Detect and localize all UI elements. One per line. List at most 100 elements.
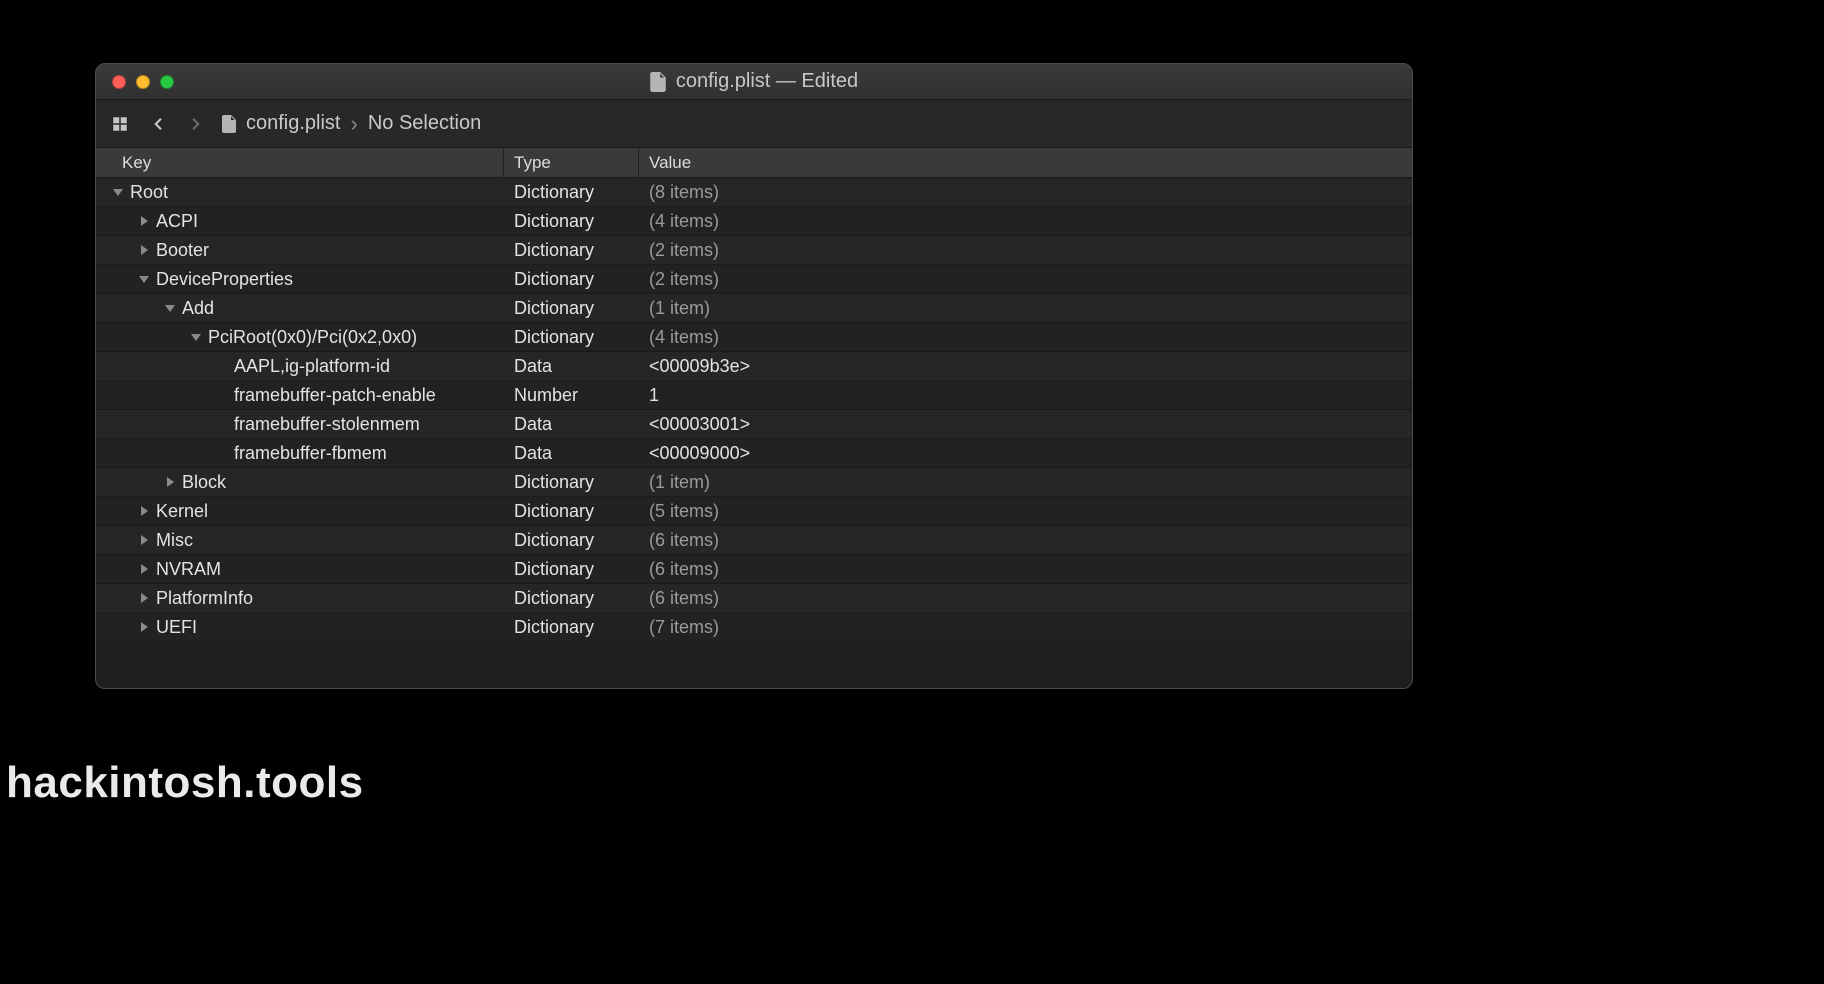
- key-cell[interactable]: DeviceProperties: [96, 265, 504, 293]
- table-row[interactable]: BooterDictionary(2 items): [96, 236, 1412, 265]
- traffic-lights: [96, 75, 174, 89]
- disclosure-down-icon[interactable]: [138, 273, 150, 285]
- close-window-button[interactable]: [112, 75, 126, 89]
- table-row[interactable]: framebuffer-stolenmemData<00003001>: [96, 410, 1412, 439]
- column-header-value[interactable]: Value: [639, 148, 1412, 177]
- value-cell[interactable]: (1 item): [639, 468, 1412, 496]
- type-cell[interactable]: Dictionary: [504, 555, 639, 583]
- zoom-window-button[interactable]: [160, 75, 174, 89]
- key-cell[interactable]: PciRoot(0x0)/Pci(0x2,0x0): [96, 323, 504, 351]
- type-cell[interactable]: Dictionary: [504, 613, 639, 641]
- document-icon: [650, 72, 666, 92]
- type-cell[interactable]: Dictionary: [504, 178, 639, 206]
- disclosure-down-icon[interactable]: [112, 186, 124, 198]
- type-cell[interactable]: Dictionary: [504, 468, 639, 496]
- disclosure-right-icon[interactable]: [138, 215, 150, 227]
- breadcrumb-selection[interactable]: No Selection: [368, 112, 481, 135]
- table-row[interactable]: UEFI Dictionary(7 items): [96, 613, 1412, 642]
- key-cell[interactable]: framebuffer-fbmem: [96, 439, 504, 467]
- value-cell[interactable]: <00009b3e>: [639, 352, 1412, 380]
- value-cell[interactable]: (5 items): [639, 497, 1412, 525]
- table-row[interactable]: DeviceProperties Dictionary(2 items): [96, 265, 1412, 294]
- key-cell[interactable]: NVRAM: [96, 555, 504, 583]
- disclosure-right-icon[interactable]: [138, 505, 150, 517]
- table-row[interactable]: AAPL,ig-platform-id Data<00009b3e>: [96, 352, 1412, 381]
- value-cell[interactable]: 1: [639, 381, 1412, 409]
- key-cell[interactable]: Kernel: [96, 497, 504, 525]
- value-cell[interactable]: (6 items): [639, 555, 1412, 583]
- table-row[interactable]: Misc Dictionary(6 items): [96, 526, 1412, 555]
- table-row[interactable]: RootDictionary(8 items): [96, 178, 1412, 207]
- titlebar[interactable]: config.plist — Edited: [96, 64, 1412, 100]
- type-cell[interactable]: Data: [504, 410, 639, 438]
- type-cell[interactable]: Dictionary: [504, 265, 639, 293]
- type-cell[interactable]: Data: [504, 439, 639, 467]
- type-cell[interactable]: Dictionary: [504, 294, 639, 322]
- value-cell[interactable]: (4 items): [639, 323, 1412, 351]
- value-cell[interactable]: (6 items): [639, 526, 1412, 554]
- type-cell[interactable]: Dictionary: [504, 584, 639, 612]
- disclosure-right-icon[interactable]: [138, 592, 150, 604]
- table-row[interactable]: Add Dictionary(1 item): [96, 294, 1412, 323]
- key-label: Block: [182, 472, 226, 493]
- layout-grid-button[interactable]: [108, 112, 132, 136]
- table-row[interactable]: NVRAMDictionary(6 items): [96, 555, 1412, 584]
- type-cell[interactable]: Dictionary: [504, 236, 639, 264]
- type-cell[interactable]: Dictionary: [504, 497, 639, 525]
- table-row[interactable]: Kernel Dictionary(5 items): [96, 497, 1412, 526]
- disclosure-right-icon[interactable]: [138, 563, 150, 575]
- value-cell[interactable]: (2 items): [639, 236, 1412, 264]
- value-cell[interactable]: (6 items): [639, 584, 1412, 612]
- key-cell[interactable]: Misc: [96, 526, 504, 554]
- minimize-window-button[interactable]: [136, 75, 150, 89]
- key-cell[interactable]: Root: [96, 178, 504, 206]
- table-row[interactable]: PlatformInfoDictionary(6 items): [96, 584, 1412, 613]
- key-cell[interactable]: Booter: [96, 236, 504, 264]
- value-cell[interactable]: (4 items): [639, 207, 1412, 235]
- key-cell[interactable]: ACPI: [96, 207, 504, 235]
- value-cell[interactable]: <00009000>: [639, 439, 1412, 467]
- key-label: DeviceProperties: [156, 269, 293, 290]
- table-row[interactable]: ACPIDictionary(4 items): [96, 207, 1412, 236]
- column-header-key[interactable]: Key: [96, 148, 504, 177]
- key-label: Add: [182, 298, 214, 319]
- value-cell[interactable]: (8 items): [639, 178, 1412, 206]
- value-cell[interactable]: (7 items): [639, 613, 1412, 641]
- table-row[interactable]: framebuffer-patch-enableNumber1: [96, 381, 1412, 410]
- type-cell[interactable]: Number: [504, 381, 639, 409]
- disclosure-right-icon[interactable]: [164, 476, 176, 488]
- key-label: UEFI: [156, 617, 197, 638]
- outline-rows[interactable]: RootDictionary(8 items)ACPIDictionary(4 …: [96, 178, 1412, 688]
- type-cell[interactable]: Dictionary: [504, 207, 639, 235]
- key-label: AAPL,ig-platform-id: [234, 356, 390, 377]
- table-row[interactable]: framebuffer-fbmemData<00009000>: [96, 439, 1412, 468]
- key-cell[interactable]: PlatformInfo: [96, 584, 504, 612]
- table-row[interactable]: PciRoot(0x0)/Pci(0x2,0x0)Dictionary(4 it…: [96, 323, 1412, 352]
- disclosure-down-icon[interactable]: [164, 302, 176, 314]
- disclosure-right-icon[interactable]: [138, 244, 150, 256]
- value-cell[interactable]: <00003001>: [639, 410, 1412, 438]
- type-cell[interactable]: Data: [504, 352, 639, 380]
- value-cell[interactable]: (1 item): [639, 294, 1412, 322]
- key-cell[interactable]: framebuffer-patch-enable: [96, 381, 504, 409]
- key-cell[interactable]: UEFI: [96, 613, 504, 641]
- key-cell[interactable]: Block: [96, 468, 504, 496]
- key-label: Kernel: [156, 501, 208, 522]
- value-cell[interactable]: (2 items): [639, 265, 1412, 293]
- key-cell[interactable]: AAPL,ig-platform-id: [96, 352, 504, 380]
- table-row[interactable]: Block Dictionary(1 item): [96, 468, 1412, 497]
- key-cell[interactable]: Add: [96, 294, 504, 322]
- type-cell[interactable]: Dictionary: [504, 526, 639, 554]
- disclosure-right-icon[interactable]: [138, 534, 150, 546]
- key-label: Misc: [156, 530, 193, 551]
- disclosure-down-icon[interactable]: [190, 331, 202, 343]
- nav-back-button[interactable]: [146, 112, 170, 136]
- breadcrumb-file[interactable]: config.plist: [246, 112, 341, 135]
- key-cell[interactable]: framebuffer-stolenmem: [96, 410, 504, 438]
- nav-forward-button[interactable]: [184, 112, 208, 136]
- breadcrumb: config.plist › No Selection: [222, 112, 481, 135]
- type-cell[interactable]: Dictionary: [504, 323, 639, 351]
- column-header-type[interactable]: Type: [504, 148, 639, 177]
- editor-window: config.plist — Edited config.plist › No …: [95, 63, 1413, 689]
- disclosure-right-icon[interactable]: [138, 621, 150, 633]
